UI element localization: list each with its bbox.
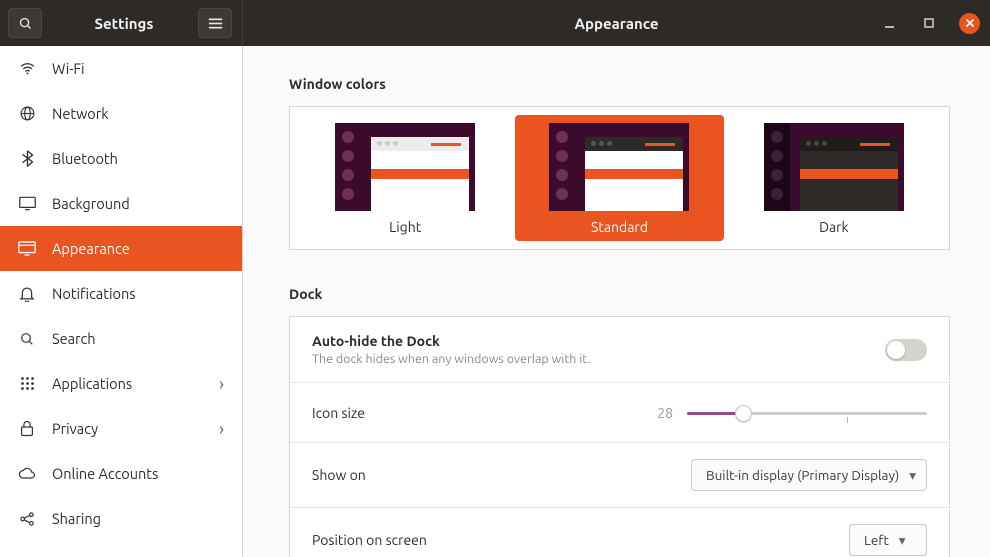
sidebar-item-label: Appearance xyxy=(52,240,130,257)
hamburger-icon xyxy=(208,17,223,30)
maximize-icon xyxy=(924,18,934,28)
sidebar-item-wifi[interactable]: Wi-Fi xyxy=(0,46,242,91)
sidebar-item-label: Online Accounts xyxy=(52,465,158,482)
icon-size-slider[interactable] xyxy=(687,403,927,423)
apps-icon xyxy=(18,376,36,391)
title-bar-left: Settings xyxy=(0,0,243,46)
sidebar-item-network[interactable]: Network xyxy=(0,91,242,136)
sidebar-item-notifications[interactable]: Notifications xyxy=(0,271,242,316)
search-button[interactable] xyxy=(8,8,42,38)
theme-thumb-dark xyxy=(764,123,904,211)
theme-option-standard[interactable]: Standard xyxy=(515,115,723,241)
row-icon-size: Icon size 28 xyxy=(290,383,949,443)
chevron-right-icon: › xyxy=(219,419,224,439)
show-on-label: Show on xyxy=(312,467,366,483)
theme-option-dark[interactable]: Dark xyxy=(730,115,938,241)
show-on-dropdown[interactable]: Built-in display (Primary Display) ▾ xyxy=(691,459,927,491)
sidebar-item-label: Search xyxy=(52,330,96,347)
sidebar-item-label: Privacy xyxy=(52,420,98,437)
window-controls xyxy=(879,13,980,34)
settings-title: Settings xyxy=(50,15,198,32)
dock-section-label: Dock xyxy=(289,286,950,302)
sidebar-item-search[interactable]: Search xyxy=(0,316,242,361)
row-autohide: Auto-hide the Dock The dock hides when a… xyxy=(290,317,949,383)
window-colors-label: Window colors xyxy=(289,76,950,92)
globe-icon xyxy=(18,105,36,122)
cloud-icon xyxy=(18,467,36,480)
close-button[interactable] xyxy=(959,13,980,34)
minimize-button[interactable] xyxy=(879,13,899,33)
maximize-button[interactable] xyxy=(919,13,939,33)
sidebar-item-label: Background xyxy=(52,195,130,212)
sidebar-item-bluetooth[interactable]: Bluetooth xyxy=(0,136,242,181)
row-position: Position on screen Left ▾ xyxy=(290,508,949,557)
autohide-subtitle: The dock hides when any windows overlap … xyxy=(312,352,590,366)
slider-thumb[interactable] xyxy=(735,405,752,422)
theme-caption: Dark xyxy=(819,219,848,235)
sidebar-item-privacy[interactable]: Privacy › xyxy=(0,406,242,451)
search-icon xyxy=(18,16,33,31)
autohide-title: Auto-hide the Dock xyxy=(312,333,440,349)
minimize-icon xyxy=(884,18,895,29)
sidebar-item-label: Network xyxy=(52,105,109,122)
dropdown-value: Built-in display (Primary Display) xyxy=(706,467,899,483)
position-label: Position on screen xyxy=(312,532,427,548)
theme-thumb-light xyxy=(335,123,475,211)
sidebar-item-label: Wi-Fi xyxy=(52,60,85,77)
display-icon xyxy=(18,196,36,211)
sidebar-item-label: Bluetooth xyxy=(52,150,118,167)
slider-tick xyxy=(847,417,848,423)
window-colors-group: Light Standard Dark xyxy=(289,106,950,250)
hamburger-menu-button[interactable] xyxy=(198,8,232,38)
title-bar: Settings Appearance xyxy=(0,0,990,46)
chevron-down-icon: ▾ xyxy=(909,467,916,484)
chevron-right-icon: › xyxy=(219,374,224,394)
sidebar-item-label: Notifications xyxy=(52,285,136,302)
theme-caption: Light xyxy=(389,219,421,235)
icon-size-value: 28 xyxy=(657,405,673,421)
icon-size-label: Icon size xyxy=(312,405,365,421)
bell-icon xyxy=(18,285,36,302)
content-panel: Window colors Light Standard xyxy=(243,46,990,557)
theme-caption: Standard xyxy=(591,219,648,235)
wifi-icon xyxy=(18,60,36,77)
bluetooth-icon xyxy=(18,150,36,167)
panel-title: Appearance xyxy=(243,15,990,32)
share-icon xyxy=(18,511,36,527)
slider-fill xyxy=(687,412,742,415)
sidebar-item-appearance[interactable]: Appearance xyxy=(0,226,242,271)
sidebar-item-applications[interactable]: Applications › xyxy=(0,361,242,406)
sidebar: Wi-Fi Network Bluetooth Background Appea… xyxy=(0,46,243,557)
sidebar-item-online-accounts[interactable]: Online Accounts xyxy=(0,451,242,496)
position-dropdown[interactable]: Left ▾ xyxy=(849,524,927,556)
title-bar-right: Appearance xyxy=(243,0,990,46)
row-show-on: Show on Built-in display (Primary Displa… xyxy=(290,443,949,508)
sidebar-item-label: Applications xyxy=(52,375,132,392)
theme-option-light[interactable]: Light xyxy=(301,115,509,241)
appearance-icon xyxy=(18,241,36,256)
dropdown-value: Left xyxy=(864,532,889,548)
autohide-switch[interactable] xyxy=(885,339,927,361)
lock-icon xyxy=(18,420,36,437)
sidebar-item-label: Sharing xyxy=(52,510,101,527)
theme-thumb-standard xyxy=(549,123,689,211)
close-icon xyxy=(965,18,975,28)
chevron-down-icon: ▾ xyxy=(899,532,906,549)
dock-settings-group: Auto-hide the Dock The dock hides when a… xyxy=(289,316,950,557)
sidebar-item-sharing[interactable]: Sharing xyxy=(0,496,242,541)
sidebar-item-background[interactable]: Background xyxy=(0,181,242,226)
search-icon xyxy=(18,331,36,347)
